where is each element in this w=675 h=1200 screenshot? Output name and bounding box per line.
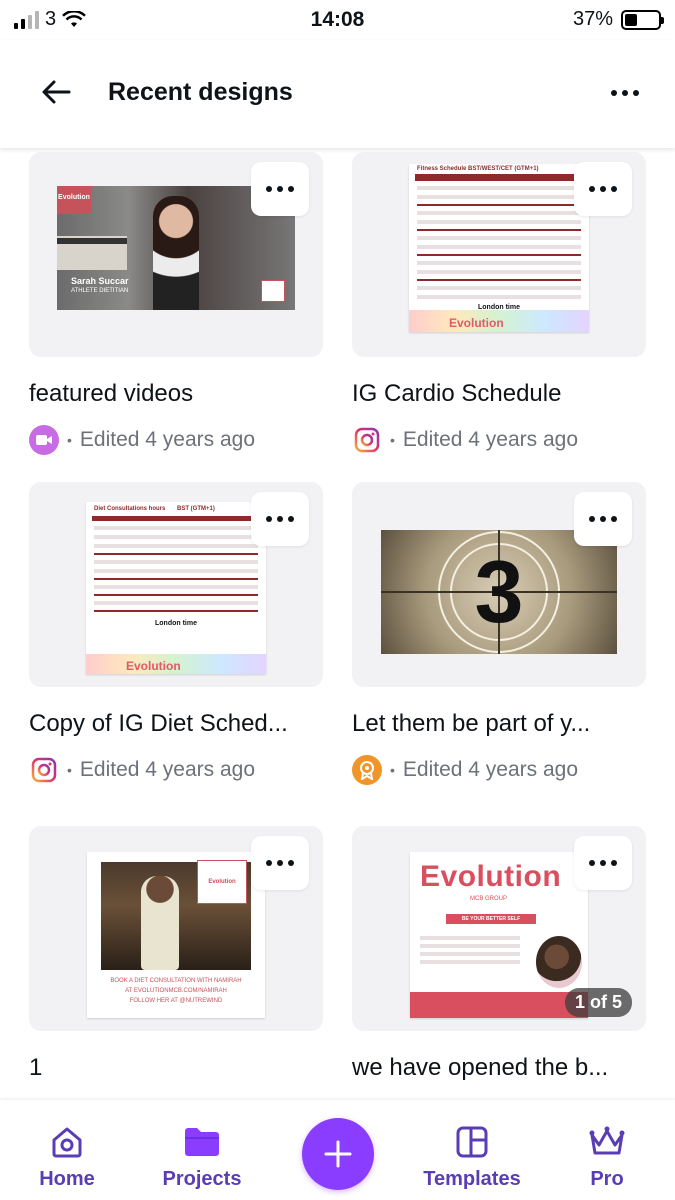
more-horizontal-icon <box>589 516 595 522</box>
design-title[interactable]: featured videos <box>29 380 323 408</box>
edited-time: Edited 4 years ago <box>402 758 579 781</box>
design-card[interactable]: 3 Let them be part of y... • Edited 4 ye… <box>352 482 646 792</box>
poster-preview: Evolution BOOK A DIET CONSULTATION WITH … <box>87 852 265 1018</box>
card-more-button[interactable] <box>251 162 309 216</box>
page-count-badge: 1 of 5 <box>564 988 632 1017</box>
more-options-button[interactable] <box>605 78 645 108</box>
design-thumbnail[interactable]: Evolution MCB GROUP BE YOUR BETTER SELF … <box>352 826 646 1031</box>
caption-name: Sarah Succar <box>71 276 129 286</box>
design-card[interactable]: Fitness Schedule BST/WEST/CET (GTM+1) Lo… <box>352 152 646 462</box>
page-title: Recent designs <box>108 78 293 106</box>
profile-photo <box>536 936 582 988</box>
nav-pro-label: Pro <box>590 1168 624 1190</box>
evolution-logo: Evolution <box>197 860 247 904</box>
nav-pro[interactable]: Pro <box>547 1122 667 1191</box>
nav-projects[interactable]: Projects <box>142 1122 262 1191</box>
arrow-left-icon <box>42 80 71 104</box>
card-more-button[interactable] <box>574 162 632 216</box>
flyer-preview: Evolution MCB GROUP BE YOUR BETTER SELF <box>410 852 588 1018</box>
nav-projects-label: Projects <box>162 1168 242 1190</box>
design-meta: • Edited 4 years ago <box>29 755 255 785</box>
status-right: 37% <box>572 8 664 31</box>
status-bar: 3 14:08 37% <box>0 0 675 40</box>
back-button[interactable] <box>36 72 76 112</box>
presenter-figure <box>153 196 199 310</box>
more-horizontal-icon <box>589 860 595 866</box>
flyer-brand: Evolution <box>420 860 562 893</box>
card-more-button[interactable] <box>251 836 309 890</box>
design-title[interactable]: IG Cardio Schedule <box>352 380 646 408</box>
schedule-zone: BST/WEST/CET (GTM+1) <box>468 166 539 172</box>
edited-time: Edited 4 years ago <box>79 428 256 451</box>
design-card[interactable]: Diet Consultations hours BST (GTM+1) Lon… <box>29 482 323 792</box>
design-title[interactable]: Let them be part of y... <box>352 710 646 738</box>
flyer-tagline: BE YOUR BETTER SELF <box>446 914 536 924</box>
nav-home-label: Home <box>39 1168 95 1190</box>
evolution-logo: Evolution <box>57 186 91 214</box>
more-horizontal-icon <box>266 186 272 192</box>
schedule-heading: Diet Consultations hours <box>94 506 166 512</box>
battery-fill <box>625 13 637 26</box>
battery-percent: 37% <box>572 8 613 30</box>
designs-grid: Evolution Sarah Succar ATHLETE DIETITIAN… <box>0 148 675 1100</box>
instagram-icon <box>352 425 382 455</box>
nav-templates-label: Templates <box>423 1168 521 1190</box>
design-title[interactable]: Copy of IG Diet Sched... <box>29 710 323 738</box>
card-more-button[interactable] <box>574 836 632 890</box>
more-horizontal-icon <box>266 516 272 522</box>
edited-time: Edited 4 years ago <box>402 428 579 451</box>
brand-text: Evolution <box>126 659 181 673</box>
more-horizontal-icon <box>589 186 595 192</box>
design-title[interactable]: we have opened the b... <box>352 1054 646 1082</box>
design-card[interactable]: Evolution Sarah Succar ATHLETE DIETITIAN… <box>29 152 323 462</box>
design-thumbnail[interactable]: Evolution BOOK A DIET CONSULTATION WITH … <box>29 826 323 1031</box>
brand-text: Evolution <box>449 316 504 330</box>
top-app-bar: Recent designs <box>0 40 675 148</box>
nav-templates[interactable]: Templates <box>412 1122 532 1191</box>
battery-icon <box>621 9 664 30</box>
card-more-button[interactable] <box>574 492 632 546</box>
templates-icon <box>456 1126 488 1158</box>
design-thumbnail[interactable]: Diet Consultations hours BST (GTM+1) Lon… <box>29 482 323 687</box>
caption-line-1: BOOK A DIET CONSULTATION WITH NAMIRAH <box>110 978 242 984</box>
schedule-heading: Fitness Schedule <box>417 166 467 172</box>
design-title[interactable]: 1 <box>29 1054 323 1082</box>
plus-icon <box>324 1140 352 1168</box>
edited-time: Edited 4 years ago <box>79 758 256 781</box>
flyer-sub: MCB GROUP <box>470 896 508 902</box>
video-icon <box>29 425 59 455</box>
create-design-button[interactable] <box>302 1118 374 1190</box>
countdown-number: 3 <box>474 542 524 641</box>
instagram-icon <box>29 755 59 785</box>
schedule-preview: Fitness Schedule BST/WEST/CET (GTM+1) Lo… <box>409 164 589 332</box>
poster-caption: BOOK A DIET CONSULTATION WITH NAMIRAH AT… <box>91 976 261 1006</box>
crown-icon <box>589 1126 625 1155</box>
design-meta: • Edited 4 years ago <box>352 425 578 455</box>
design-thumbnail[interactable]: Evolution Sarah Succar ATHLETE DIETITIAN <box>29 152 323 357</box>
caption-line-3: FOLLOW HER AT @NUTREWIND <box>129 998 223 1004</box>
design-card[interactable]: Evolution BOOK A DIET CONSULTATION WITH … <box>29 826 323 1100</box>
badge-icon <box>352 755 382 785</box>
schedule-zone: BST (GTM+1) <box>177 506 215 512</box>
home-icon <box>52 1127 82 1158</box>
schedule-preview: Diet Consultations hours BST (GTM+1) Lon… <box>86 502 266 674</box>
folder-icon <box>185 1128 219 1156</box>
schedule-footer: London time <box>155 620 197 627</box>
design-thumbnail[interactable]: 3 <box>352 482 646 687</box>
photo-preview: Evolution <box>101 860 251 970</box>
design-meta: • Edited 4 years ago <box>352 755 578 785</box>
design-meta: • Edited 4 years ago <box>29 425 255 455</box>
more-horizontal-icon <box>611 90 617 96</box>
card-more-button[interactable] <box>251 492 309 546</box>
caption-role: ATHLETE DIETITIAN <box>71 288 129 294</box>
nav-home[interactable]: Home <box>7 1122 127 1191</box>
caption-line-2: AT EVOLUTIONMCB.COM/NAMIRAH <box>125 988 227 994</box>
design-card[interactable]: Evolution MCB GROUP BE YOUR BETTER SELF … <box>352 826 646 1100</box>
more-horizontal-icon <box>266 860 272 866</box>
bottom-navigation: Home Projects Templates Pro <box>0 1100 675 1200</box>
design-thumbnail[interactable]: Fitness Schedule BST/WEST/CET (GTM+1) Lo… <box>352 152 646 357</box>
countdown-preview: 3 <box>381 530 617 654</box>
